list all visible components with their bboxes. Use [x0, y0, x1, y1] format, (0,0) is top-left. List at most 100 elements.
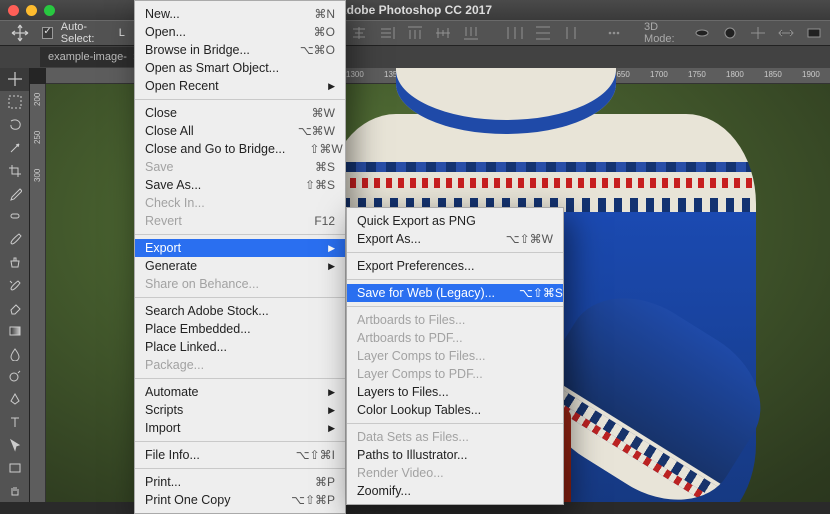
file-menu-item[interactable]: Export▶: [135, 239, 345, 257]
move-tool-icon[interactable]: [6, 22, 34, 44]
menu-item-label: Save: [145, 160, 291, 174]
distribute-hcenter-icon[interactable]: [561, 23, 581, 43]
ruler-tick: 1700: [650, 70, 668, 79]
tool-rectangle[interactable]: [0, 456, 29, 479]
tool-marquee[interactable]: [0, 91, 29, 114]
file-menu-item: RevertF12: [135, 212, 345, 230]
export-menu-separator: [347, 306, 563, 307]
3d-slide-icon[interactable]: [776, 23, 796, 43]
tool-crop[interactable]: [0, 159, 29, 182]
menu-item-label: Zoomify...: [357, 484, 553, 498]
document-tab-label: example-image-: [48, 51, 127, 63]
file-menu-item[interactable]: Import▶: [135, 419, 345, 437]
tool-lasso[interactable]: [0, 114, 29, 137]
export-menu-item[interactable]: Export Preferences...: [347, 257, 563, 275]
file-menu-item[interactable]: Generate ▶: [135, 257, 345, 275]
file-menu-item[interactable]: Print...⌘P: [135, 473, 345, 491]
ruler-tick: 250: [33, 131, 42, 144]
menu-item-label: Paths to Illustrator...: [357, 448, 553, 462]
distribute-h-icon[interactable]: [505, 23, 525, 43]
file-menu-item[interactable]: File Info...⌥⇧⌘I: [135, 446, 345, 464]
file-menu-item[interactable]: Browse in Bridge...⌥⌘O: [135, 41, 345, 59]
align-hcenter-icon[interactable]: [349, 23, 369, 43]
file-menu-item[interactable]: Close⌘W: [135, 104, 345, 122]
3d-pan-icon[interactable]: [748, 23, 768, 43]
menu-item-label: Layer Comps to PDF...: [357, 367, 553, 381]
tool-healing[interactable]: [0, 205, 29, 228]
menu-item-label: Close All: [145, 124, 274, 138]
3d-zoom-icon[interactable]: [804, 23, 824, 43]
file-menu-item[interactable]: Close and Go to Bridge...⇧⌘W: [135, 140, 345, 158]
menu-item-label: Save As...: [145, 178, 281, 192]
menu-item-label: Color Lookup Tables...: [357, 403, 553, 417]
export-menu-item[interactable]: Color Lookup Tables...: [347, 401, 563, 419]
menu-item-label: Open...: [145, 25, 290, 39]
menu-item-label: Artboards to Files...: [357, 313, 553, 327]
tool-move[interactable]: [0, 68, 29, 91]
menu-item-label: Place Linked...: [145, 340, 335, 354]
tool-brush[interactable]: [0, 228, 29, 251]
file-menu-item[interactable]: Open...⌘O: [135, 23, 345, 41]
menu-item-label: Print...: [145, 475, 291, 489]
tool-blur[interactable]: [0, 342, 29, 365]
tool-eyedropper[interactable]: [0, 182, 29, 205]
tool-history-brush[interactable]: [0, 274, 29, 297]
align-right-icon[interactable]: [377, 23, 397, 43]
file-menu-item[interactable]: Close All⌥⌘W: [135, 122, 345, 140]
export-menu-item[interactable]: Quick Export as PNG: [347, 212, 563, 230]
file-menu-item[interactable]: Scripts▶: [135, 401, 345, 419]
auto-select-checkbox[interactable]: [42, 27, 52, 39]
file-menu-item[interactable]: Open as Smart Object...: [135, 59, 345, 77]
align-top-icon[interactable]: [405, 23, 425, 43]
tool-path-select[interactable]: [0, 434, 29, 457]
file-menu-item[interactable]: Place Embedded...: [135, 320, 345, 338]
file-menu-item[interactable]: Print One Copy⌥⇧⌘P: [135, 491, 345, 509]
submenu-arrow-icon: ▶: [328, 261, 335, 272]
tools-panel: [0, 68, 30, 502]
export-menu-item: Artboards to Files...: [347, 311, 563, 329]
tool-magic-wand[interactable]: [0, 137, 29, 160]
menu-item-label: Generate: [145, 259, 314, 273]
tool-clone[interactable]: [0, 251, 29, 274]
tool-eraser[interactable]: [0, 296, 29, 319]
align-bottom-icon[interactable]: [461, 23, 481, 43]
export-menu-item: Layer Comps to PDF...: [347, 365, 563, 383]
3d-orbit-icon[interactable]: [692, 23, 712, 43]
more-options-icon[interactable]: [604, 23, 624, 43]
3d-roll-icon[interactable]: [720, 23, 740, 43]
menu-item-label: Export As...: [357, 232, 482, 246]
menu-item-shortcut: ⌥⌘O: [276, 43, 335, 57]
tool-dodge[interactable]: [0, 365, 29, 388]
file-menu-item[interactable]: Open Recent▶: [135, 77, 345, 95]
menu-item-shortcut: ⌘N: [290, 7, 335, 21]
file-menu-item[interactable]: Search Adobe Stock...: [135, 302, 345, 320]
export-menu-item[interactable]: Layers to Files...: [347, 383, 563, 401]
tool-hand[interactable]: [0, 479, 29, 502]
menu-item-label: Print One Copy: [145, 493, 267, 507]
export-menu-item[interactable]: Paths to Illustrator...: [347, 446, 563, 464]
export-menu-item[interactable]: Zoomify...: [347, 482, 563, 500]
file-menu-item[interactable]: Save As...⇧⌘S: [135, 176, 345, 194]
submenu-arrow-icon: ▶: [328, 243, 335, 254]
tool-gradient[interactable]: [0, 319, 29, 342]
menu-item-label: Close: [145, 106, 288, 120]
ruler-tick: 200: [33, 93, 42, 106]
3d-mode-label: 3D Mode:: [644, 21, 684, 45]
export-menu-item[interactable]: Save for Web (Legacy)...⌥⇧⌘S: [347, 284, 563, 302]
align-vcenter-icon[interactable]: [433, 23, 453, 43]
file-menu-item[interactable]: Automate▶: [135, 383, 345, 401]
document-tab[interactable]: example-image- ×: [40, 47, 147, 67]
layer-dropdown-abbrev[interactable]: L: [119, 27, 125, 39]
file-menu: New...⌘NOpen...⌘OBrowse in Bridge...⌥⌘OO…: [134, 0, 346, 514]
tool-pen[interactable]: [0, 388, 29, 411]
menu-item-label: Export Preferences...: [357, 259, 553, 273]
file-menu-item[interactable]: New...⌘N: [135, 5, 345, 23]
menu-item-shortcut: ⌥⇧⌘I: [272, 448, 335, 462]
menu-item-label: Quick Export as PNG: [357, 214, 553, 228]
file-menu-separator: [135, 234, 345, 235]
export-menu-item: Render Video...: [347, 464, 563, 482]
tool-type[interactable]: [0, 411, 29, 434]
distribute-v-icon[interactable]: [533, 23, 553, 43]
file-menu-item[interactable]: Place Linked...: [135, 338, 345, 356]
export-menu-item[interactable]: Export As...⌥⇧⌘W: [347, 230, 563, 248]
